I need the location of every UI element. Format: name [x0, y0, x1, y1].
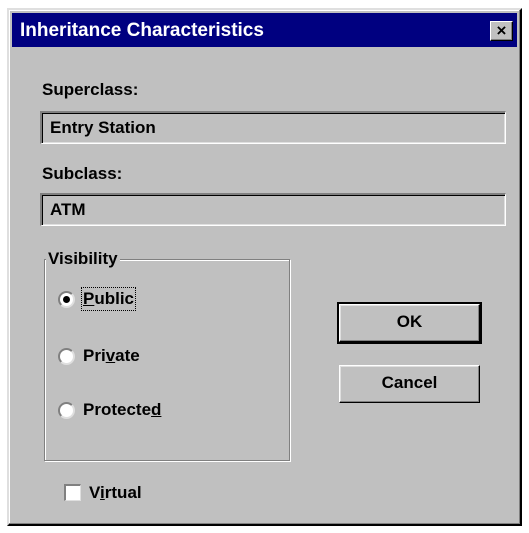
title-bar[interactable]: Inheritance Characteristics ×: [12, 13, 517, 47]
visibility-legend: Visibility: [46, 249, 120, 269]
radio-public-label[interactable]: Public: [80, 287, 137, 311]
cancel-button[interactable]: Cancel: [339, 365, 480, 403]
subclass-field: ATM: [40, 193, 506, 226]
superclass-field: Entry Station: [40, 111, 506, 144]
radio-protected-circle[interactable]: [58, 402, 75, 419]
inheritance-dialog: Inheritance Characteristics × Superclass…: [7, 8, 522, 526]
radio-private-label[interactable]: Private: [83, 346, 140, 366]
close-button[interactable]: ×: [490, 21, 513, 41]
virtual-checkbox[interactable]: [64, 484, 81, 501]
radio-protected-label[interactable]: Protected: [83, 400, 161, 420]
visibility-group: [44, 259, 290, 461]
subclass-value: ATM: [50, 200, 86, 219]
dialog-title: Inheritance Characteristics: [20, 20, 264, 41]
radio-private-circle[interactable]: [58, 348, 75, 365]
superclass-label: Superclass:: [42, 80, 139, 99]
radio-selected-dot: [63, 296, 70, 303]
virtual-label[interactable]: Virtual: [89, 483, 142, 503]
subclass-label: Subclass:: [42, 164, 123, 183]
ok-button[interactable]: OK: [337, 302, 482, 344]
superclass-value: Entry Station: [50, 118, 156, 137]
close-icon: ×: [496, 21, 507, 40]
radio-public-circle[interactable]: [58, 291, 75, 308]
